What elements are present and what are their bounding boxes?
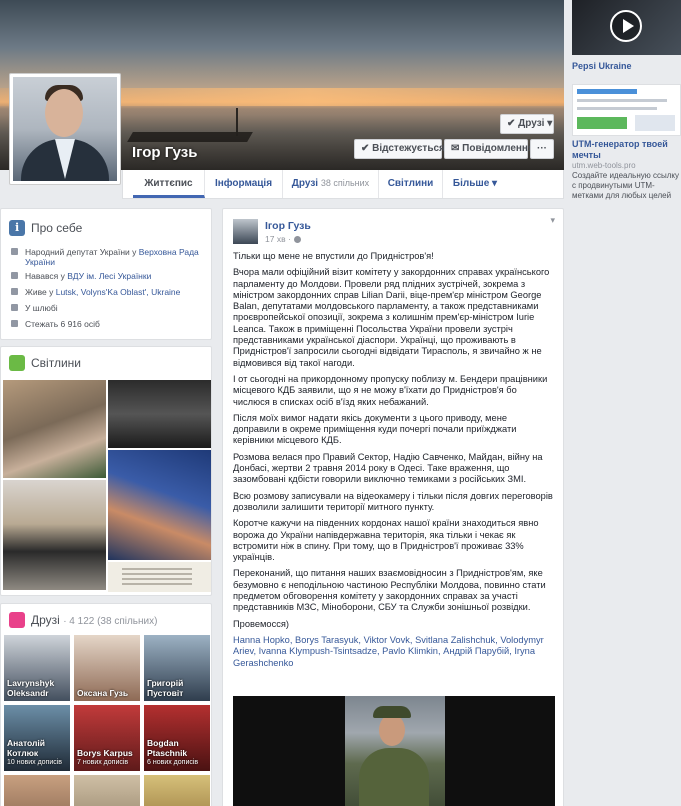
tab-friends[interactable]: Друзі 38 спільних <box>283 170 379 198</box>
friends-button[interactable]: ✔ Друзі ▾ <box>500 114 554 134</box>
globe-icon <box>293 236 301 244</box>
play-icon[interactable] <box>610 10 642 42</box>
friends-card: Друзі · 4 122 (38 спільних) Lavrynshyk O… <box>0 603 212 806</box>
friend-tile[interactable] <box>4 775 70 806</box>
chevron-down-icon[interactable]: ▾ <box>550 215 555 226</box>
tab-timeline[interactable]: Життєпис <box>133 170 205 198</box>
ads-column: Pepsi Ukraine UTM-генератор твоей мечты … <box>572 0 681 201</box>
tab-label: Більше ▾ <box>452 178 498 189</box>
post-paragraph: І от сьогодні на прикордонному пропуску … <box>233 373 548 407</box>
post-paragraph: Коротче кажучи на південних кордонах наш… <box>233 518 539 563</box>
followers-icon <box>11 320 18 327</box>
more-options-button[interactable]: ··· <box>530 139 554 159</box>
tab-label: Друзі <box>291 178 319 189</box>
post-paragraph: Всю розмову записували на відеокамеру і … <box>233 490 553 512</box>
friend-tile[interactable]: Оксана Гузь <box>74 635 140 701</box>
friends-title[interactable]: Друзі · 4 122 (38 спільних) <box>31 613 157 627</box>
heart-icon <box>11 304 18 311</box>
ad-url[interactable]: utm.web-tools.pro <box>572 161 681 170</box>
ad-video[interactable] <box>572 0 681 55</box>
post-paragraph: Вчора мали офіційний візит комітету у за… <box>233 267 550 368</box>
profile-tabs: Життєпис Інформація Друзі 38 спільних Св… <box>122 170 564 199</box>
tab-photos[interactable]: Світлини <box>379 170 443 198</box>
ad-description: Создайте идеальную ссылку с продвинутыми… <box>572 171 679 200</box>
ad-image[interactable] <box>572 84 681 136</box>
home-icon <box>11 288 18 295</box>
tab-label: Інформація <box>214 178 273 189</box>
school-link[interactable]: ВДУ ім. Лесі Українки <box>67 271 151 281</box>
post-paragraph: Розмова велася про Правий Сектор, Надію … <box>233 451 543 485</box>
post-tagged-people[interactable]: Hanna Hopko, Borys Tarasyuk, Viktor Vovk… <box>233 635 555 669</box>
about-card: Про себе Народний депутат України у Верх… <box>0 208 212 340</box>
about-title: Про себе <box>31 221 83 235</box>
photos-icon <box>9 355 25 371</box>
photo-thumb[interactable] <box>108 380 211 448</box>
friend-tile[interactable] <box>144 775 210 806</box>
friends-count: · 4 122 (38 спільних) <box>63 616 158 627</box>
education-icon <box>11 272 18 279</box>
profile-name[interactable]: Ігор Гузь <box>132 144 197 161</box>
photos-title[interactable]: Світлини <box>31 356 81 370</box>
tab-info[interactable]: Інформація <box>205 170 283 198</box>
post-author-avatar[interactable] <box>233 219 258 244</box>
follow-button[interactable]: ✔ Відстежується <box>354 139 445 159</box>
post-image[interactable] <box>233 696 555 806</box>
friend-tile[interactable]: Lavrynshyk Oleksandr <box>4 635 70 701</box>
post-timestamp[interactable]: 17 хв · <box>265 234 301 244</box>
friend-tile[interactable]: Анатолій Котлюк 10 нових дописів <box>4 705 70 771</box>
friend-tile[interactable]: Bogdan Ptaschnik 6 нових дописів <box>144 705 210 771</box>
post-text: Тільки що мене не впустили до Придністро… <box>233 251 555 674</box>
friends-icon <box>9 612 25 628</box>
post-author[interactable]: Ігор Гузь <box>265 220 311 232</box>
photo-thumb[interactable] <box>3 480 106 590</box>
ad-title[interactable]: UTM-генератор твоей мечты <box>572 139 681 161</box>
photo-thumb[interactable] <box>108 450 211 560</box>
briefcase-icon <box>11 248 18 255</box>
post-paragraph: Тільки що мене не впустили до Придністро… <box>233 251 434 261</box>
photo-thumb[interactable] <box>108 562 211 592</box>
about-row-location: Живе у Lutsk, Volyns'Ka Oblast', Ukraine <box>11 287 207 297</box>
photo-thumb[interactable] <box>3 380 106 478</box>
message-button[interactable]: ✉ Повідомлення <box>444 139 534 159</box>
location-link[interactable]: Lutsk, Volyns'Ka Oblast', Ukraine <box>56 287 181 297</box>
tab-label: Життєпис <box>144 178 193 189</box>
profile-picture[interactable] <box>9 73 121 185</box>
post-paragraph: Переконаний, що питання наших взаємовідн… <box>233 568 546 613</box>
ad-title[interactable]: Pepsi Ukraine <box>572 61 681 71</box>
about-row-work: Народний депутат України у Верховна Рада… <box>11 247 207 267</box>
photos-card: Світлини <box>0 346 212 596</box>
info-icon <box>9 220 25 236</box>
about-row-followers[interactable]: Стежать 6 916 осіб <box>11 319 207 329</box>
about-row-relationship: У шлюбі <box>11 303 207 313</box>
friend-tile[interactable]: Григорій Пустовіт <box>144 635 210 701</box>
tab-count: 38 спільних <box>320 178 370 188</box>
profile-photo <box>13 77 117 181</box>
about-row-education: Навався у ВДУ ім. Лесі Українки <box>11 271 207 281</box>
timeline-post: Ігор Гузь 17 хв · ▾ Тільки що мене не вп… <box>222 208 564 806</box>
post-paragraph: Після моїх вимог надати якісь документи … <box>233 412 517 446</box>
tab-label: Світлини <box>387 178 434 189</box>
friend-tile[interactable]: Borys Karpus 7 нових дописів <box>74 705 140 771</box>
post-paragraph: Пpовемосся) <box>233 618 290 629</box>
tab-more[interactable]: Більше ▾ <box>443 170 507 198</box>
friend-tile[interactable] <box>74 775 140 806</box>
